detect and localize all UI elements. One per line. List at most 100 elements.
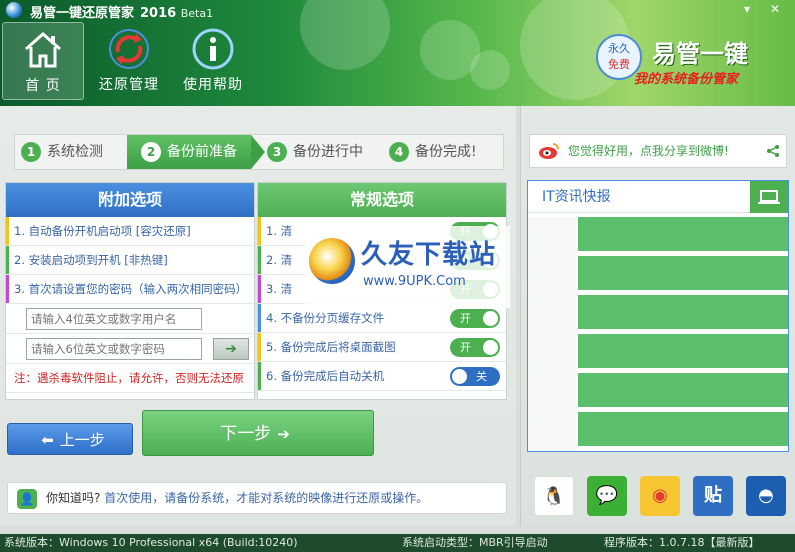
app-logo-icon	[6, 2, 22, 18]
qq-icon[interactable]: 🐧	[534, 476, 574, 516]
home-icon	[25, 31, 61, 68]
password-row: ➔	[6, 334, 254, 364]
user-icon: 👤	[17, 489, 37, 509]
news-title: IT资讯快报	[542, 189, 611, 205]
status-boot: 系统启动类型：MBR引导启动	[402, 536, 548, 549]
option-toggle[interactable]: 关	[450, 367, 500, 386]
wechat-icon[interactable]: 💬	[587, 476, 627, 516]
username-input[interactable]	[26, 308, 202, 330]
prev-step-label: 上一步	[59, 431, 105, 449]
password-input[interactable]	[26, 338, 202, 360]
close-button[interactable]: ✕	[766, 1, 784, 17]
bokeh-decoration	[470, 50, 510, 90]
side-panel: 您觉得好用，点我分享到微博! IT资讯快报 🐧 💬 ◉ 贴 ◓	[520, 106, 795, 526]
main-panel: 1 系统检测 2 备份前准备 3 备份进行中 4 备份完成! 附加选项 1. 自动备份开…	[0, 106, 516, 526]
app-beta: Beta1	[180, 7, 214, 20]
step-label: 备份完成!	[415, 144, 477, 160]
option-label: 2. 安装启动项到开机 [非热键]	[14, 253, 168, 267]
nav-restore[interactable]: 还原管理	[88, 22, 170, 100]
arrow-left-icon: ⬅	[41, 431, 54, 449]
option-label: 5. 备份完成后将桌面截图	[266, 340, 396, 354]
step-label: 备份前准备	[167, 144, 237, 160]
option-label: 1. 清	[266, 224, 293, 238]
share-icon	[767, 145, 779, 157]
option-label: 4. 不备份分页缓存文件	[266, 311, 385, 325]
watermark-logo-icon	[309, 238, 355, 284]
weibo-icon	[539, 143, 559, 159]
watermark-title: 久友下载站	[361, 240, 497, 270]
news-item[interactable]	[578, 217, 788, 251]
step-number: 3	[267, 142, 287, 162]
progress-steps: 1 系统检测 2 备份前准备 3 备份进行中 4 备份完成!	[14, 134, 504, 170]
step-number: 2	[141, 142, 161, 162]
extra-options-panel: 附加选项 1. 自动备份开机启动项 [容灾还原] 2. 安装启动项到开机 [非热…	[5, 182, 255, 400]
confirm-password-button[interactable]: ➔	[213, 338, 249, 360]
news-list	[578, 217, 788, 451]
option-row[interactable]: 2. 安装启动项到开机 [非热键]	[6, 246, 254, 275]
news-item[interactable]	[578, 412, 788, 446]
option-toggle[interactable]: 开	[450, 338, 500, 357]
status-version: 程序版本：1.0.7.18【最新版】	[604, 536, 760, 549]
header-banner: 易管一键还原管家 2016 Beta1 ▾ ✕ 首 页 还原管理 使用帮助 永久…	[0, 0, 795, 106]
news-item[interactable]	[578, 295, 788, 329]
option-label: 3. 首次请设置您的密码（输入两次相同密码）	[14, 282, 248, 296]
nav-home[interactable]: 首 页	[2, 22, 84, 100]
title-bar[interactable]: 易管一键还原管家 2016 Beta1 ▾ ✕	[0, 0, 795, 21]
brand-slogan: 我的系统备份管家	[634, 72, 739, 87]
info-icon	[192, 28, 234, 70]
general-options-title: 常规选项	[258, 183, 506, 217]
next-step-label: 下一步	[220, 424, 272, 444]
nav-help[interactable]: 使用帮助	[172, 22, 254, 100]
watermark: 久友下载站 www.9UPK.Com	[305, 226, 510, 308]
news-panel: IT资讯快报	[527, 180, 789, 452]
news-stripe	[528, 217, 576, 451]
news-item[interactable]	[578, 334, 788, 368]
option-label: 6. 备份完成后自动关机	[266, 369, 385, 383]
tip-bar: 👤 你知道吗? 首次使用，请备份系统，才能对系统的映像进行还原或操作。	[7, 482, 507, 514]
laptop-icon[interactable]	[750, 181, 788, 213]
restore-icon	[109, 29, 149, 69]
seal-top-text: 永久	[608, 42, 630, 55]
baidu-cloud-icon[interactable]: ◓	[746, 476, 786, 516]
option-toggle[interactable]: 开	[450, 309, 500, 328]
step-label: 系统检测	[47, 144, 103, 160]
option-label: 1. 自动备份开机启动项 [容灾还原]	[14, 224, 191, 238]
prev-step-button[interactable]: ⬅ 上一步	[7, 423, 133, 455]
weibo-share-icon[interactable]: ◉	[640, 476, 680, 516]
step-3: 3 备份进行中	[267, 135, 385, 169]
brand-logo: 永久 免费 易管一键 我的系统备份管家	[596, 28, 786, 88]
nav-restore-label: 还原管理	[99, 77, 159, 93]
username-row	[6, 304, 254, 334]
brand-name: 易管一键	[652, 40, 748, 68]
share-weibo-button[interactable]: 您觉得好用，点我分享到微博!	[529, 134, 787, 168]
minimize-button[interactable]: ▾	[738, 1, 756, 17]
news-item[interactable]	[578, 256, 788, 290]
app-name: 易管一键还原管家	[30, 6, 135, 21]
option-row[interactable]: 1. 自动备份开机启动项 [容灾还原]	[6, 217, 254, 246]
app-title: 易管一键还原管家 2016 Beta1	[30, 2, 213, 21]
tip-message: 首次使用，请备份系统，才能对系统的映像进行还原或操作。	[104, 491, 429, 505]
warning-row: 注：遇杀毒软件阻止，请允许，否则无法还原	[6, 364, 254, 393]
option-row: 6. 备份完成后自动关机 关	[258, 362, 506, 391]
warning-text: 注：遇杀毒软件阻止，请允许，否则无法还原	[14, 371, 244, 385]
option-label: 3. 清	[266, 282, 293, 296]
extra-options-title: 附加选项	[6, 183, 254, 217]
step-number: 4	[389, 142, 409, 162]
next-step-button[interactable]: 下一步 ➔	[142, 410, 374, 456]
nav-home-label: 首 页	[25, 78, 61, 94]
app-version: 2016	[140, 6, 177, 21]
step-2: 2 备份前准备	[127, 135, 251, 169]
share-text: 您觉得好用，点我分享到微博!	[568, 144, 729, 158]
nav-help-label: 使用帮助	[183, 77, 243, 93]
news-item[interactable]	[578, 373, 788, 407]
tieba-icon[interactable]: 贴	[693, 476, 733, 516]
option-row: 5. 备份完成后将桌面截图 开	[258, 333, 506, 362]
step-number: 1	[21, 142, 41, 162]
step-arrow	[251, 135, 265, 169]
watermark-url: www.9UPK.Com	[363, 274, 466, 289]
step-4: 4 备份完成!	[389, 135, 505, 169]
option-row: 4. 不备份分页缓存文件 开	[258, 304, 506, 333]
option-row[interactable]: 3. 首次请设置您的密码（输入两次相同密码）	[6, 275, 254, 304]
step-label: 备份进行中	[293, 144, 363, 160]
news-header: IT资讯快报	[528, 181, 788, 213]
